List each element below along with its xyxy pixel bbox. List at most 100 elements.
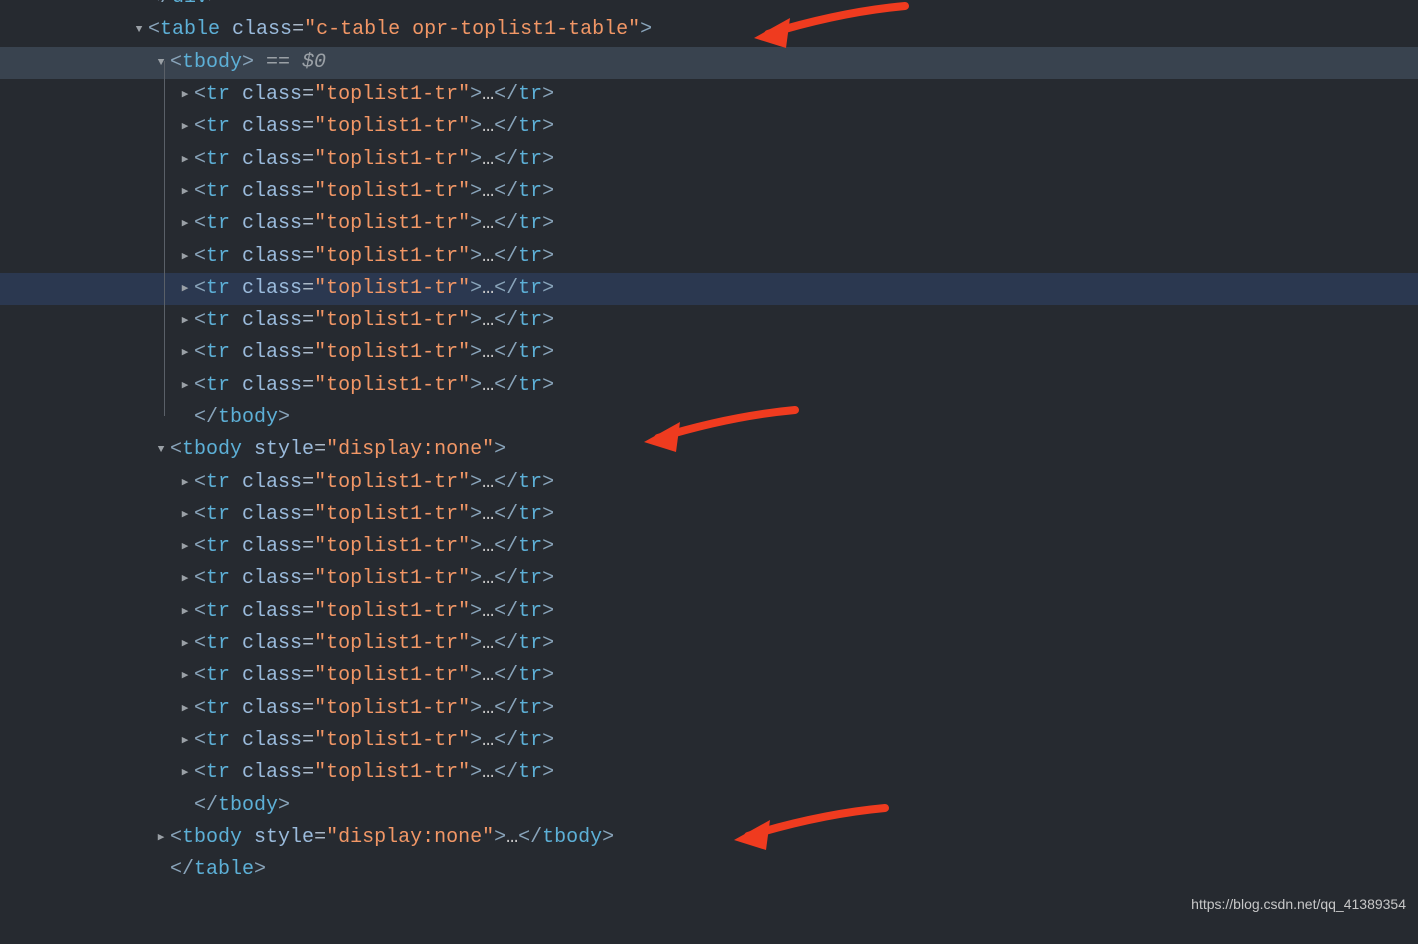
expand-toggle-icon[interactable] <box>176 273 194 305</box>
tag-name: tr <box>206 729 230 752</box>
expand-toggle-icon[interactable] <box>176 628 194 660</box>
line-content: <tr class="toplist1-tr">…</tr> <box>194 499 554 531</box>
dom-tree-line[interactable]: </table> <box>0 854 1418 886</box>
dom-tree-line[interactable]: <tr class="toplist1-tr">…</tr> <box>0 693 1418 725</box>
expand-toggle-icon[interactable] <box>176 79 194 111</box>
expand-toggle-icon[interactable] <box>152 822 170 854</box>
dom-tree-line[interactable]: <tr class="toplist1-tr">…</tr> <box>0 531 1418 563</box>
attr-value: "toplist1-tr" <box>314 341 470 364</box>
dom-tree-line[interactable]: <tr class="toplist1-tr">…</tr> <box>0 208 1418 240</box>
expand-toggle-icon[interactable] <box>176 531 194 563</box>
equals-sign: = <box>302 729 314 752</box>
expand-toggle-icon[interactable] <box>130 14 148 46</box>
angle-bracket: > <box>542 309 554 332</box>
ellipsis: … <box>482 664 494 687</box>
expand-toggle-icon[interactable] <box>152 434 170 466</box>
ellipsis: … <box>482 180 494 203</box>
dom-tree-line[interactable]: <tr class="toplist1-tr">…</tr> <box>0 660 1418 692</box>
expand-toggle-icon[interactable] <box>176 757 194 789</box>
tag-name: tr <box>518 600 542 623</box>
angle-bracket: < <box>148 18 160 41</box>
dom-tree-line[interactable]: </tbody> <box>0 789 1418 821</box>
attr-name: class <box>242 632 302 655</box>
line-content: </tbody> <box>194 790 290 822</box>
dom-tree-line[interactable]: <tr class="toplist1-tr">…</tr> <box>0 337 1418 369</box>
ellipsis: … <box>506 826 518 849</box>
tag-name: tr <box>518 148 542 171</box>
dom-tree-line[interactable]: </tbody> <box>0 402 1418 434</box>
expand-toggle-icon[interactable] <box>176 305 194 337</box>
expand-toggle-icon[interactable] <box>176 144 194 176</box>
tag-name: tr <box>518 309 542 332</box>
dom-tree-line[interactable]: <tbody style="display:none">…</tbody> <box>0 822 1418 854</box>
watermark-text: https://blog.csdn.net/qq_41389354 <box>1191 888 1406 920</box>
expand-toggle-icon[interactable] <box>176 241 194 273</box>
tag-name: tr <box>206 212 230 235</box>
angle-bracket: > <box>542 471 554 494</box>
dom-tree-line[interactable]: <tr class="toplist1-tr">…</tr> <box>0 499 1418 531</box>
expand-toggle-icon[interactable] <box>176 370 194 402</box>
tag-name: tr <box>518 664 542 687</box>
expand-toggle-icon[interactable] <box>176 499 194 531</box>
expand-toggle-icon[interactable] <box>176 660 194 692</box>
line-content: <tr class="toplist1-tr">…</tr> <box>194 725 554 757</box>
angle-bracket: < <box>194 503 206 526</box>
dom-tree-line[interactable]: <tr class="toplist1-tr">…</tr> <box>0 596 1418 628</box>
dom-tree-line[interactable]: <tr class="toplist1-tr">…</tr> <box>0 725 1418 757</box>
angle-bracket: < <box>194 471 206 494</box>
angle-bracket: </ <box>494 309 518 332</box>
dom-tree-line[interactable]: <tr class="toplist1-tr">…</tr> <box>0 273 1418 305</box>
expand-toggle-icon[interactable] <box>176 111 194 143</box>
tag-name: tr <box>518 471 542 494</box>
attr-value: "toplist1-tr" <box>314 277 470 300</box>
tag-name: tr <box>518 535 542 558</box>
dom-tree-line[interactable]: <tr class="toplist1-tr">…</tr> <box>0 628 1418 660</box>
dom-tree-line[interactable]: <tr class="toplist1-tr">…</tr> <box>0 240 1418 272</box>
dom-tree-line[interactable]: <tbody> == $0 <box>0 47 1418 79</box>
dom-tree-line[interactable]: <tr class="toplist1-tr">…</tr> <box>0 305 1418 337</box>
angle-bracket: > <box>470 761 482 784</box>
tag-name: tbody <box>218 794 278 817</box>
expand-toggle-icon[interactable] <box>176 563 194 595</box>
ellipsis: … <box>482 761 494 784</box>
dom-tree-line[interactable]: <tr class="toplist1-tr">…</tr> <box>0 143 1418 175</box>
angle-bracket: > <box>542 212 554 235</box>
dom-tree-line[interactable]: <tr class="toplist1-tr">…</tr> <box>0 79 1418 111</box>
expand-toggle-icon[interactable] <box>176 725 194 757</box>
angle-bracket: > <box>470 567 482 590</box>
angle-bracket: > <box>542 697 554 720</box>
dom-tree-line[interactable]: <tr class="toplist1-tr">…</tr> <box>0 757 1418 789</box>
expand-toggle-icon[interactable] <box>152 47 170 79</box>
attr-name: class <box>242 245 302 268</box>
angle-bracket: > <box>254 858 266 881</box>
angle-bracket: > <box>470 697 482 720</box>
dom-tree-line[interactable]: <tr class="toplist1-tr">…</tr> <box>0 111 1418 143</box>
dom-tree-line[interactable]: </div> <box>0 0 1418 14</box>
tag-name: tr <box>206 374 230 397</box>
attr-name: class <box>242 180 302 203</box>
expand-toggle-icon[interactable] <box>176 596 194 628</box>
expand-toggle-icon[interactable] <box>176 467 194 499</box>
attr-name: class <box>242 503 302 526</box>
expand-toggle-icon[interactable] <box>176 337 194 369</box>
dom-tree-line[interactable]: <tr class="toplist1-tr">…</tr> <box>0 370 1418 402</box>
expand-toggle-icon[interactable] <box>176 208 194 240</box>
dom-tree-line[interactable]: <table class="c-table opr-toplist1-table… <box>0 14 1418 46</box>
expand-toggle-icon[interactable] <box>176 176 194 208</box>
attr-name: class <box>242 277 302 300</box>
tag-name: tbody <box>218 406 278 429</box>
angle-bracket: > <box>542 115 554 138</box>
dom-tree-line[interactable]: <tr class="toplist1-tr">…</tr> <box>0 466 1418 498</box>
expand-toggle-icon[interactable] <box>176 693 194 725</box>
dom-tree-line[interactable]: <tbody style="display:none"> <box>0 434 1418 466</box>
dom-tree-line[interactable]: <tr class="toplist1-tr">…</tr> <box>0 563 1418 595</box>
angle-bracket: > <box>542 632 554 655</box>
line-content: <tr class="toplist1-tr">…</tr> <box>194 79 554 111</box>
tag-name: tr <box>518 761 542 784</box>
angle-bracket: </ <box>494 632 518 655</box>
angle-bracket: < <box>194 761 206 784</box>
equals-sign: = <box>302 341 314 364</box>
attr-name: class <box>242 309 302 332</box>
dom-tree-line[interactable]: <tr class="toplist1-tr">…</tr> <box>0 176 1418 208</box>
attr-name: class <box>242 761 302 784</box>
